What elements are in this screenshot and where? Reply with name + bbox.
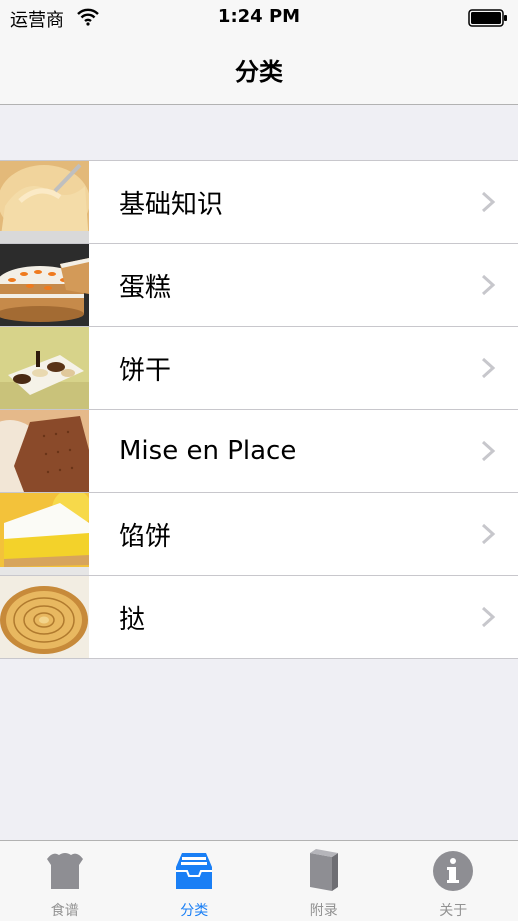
tab-categories[interactable]: 分类: [130, 841, 260, 921]
category-label: 挞: [119, 599, 480, 636]
chevron-right-icon: [480, 606, 496, 628]
tab-recipes[interactable]: 食谱: [0, 841, 130, 921]
battery-icon: [468, 9, 508, 27]
category-label: 基础知识: [119, 184, 480, 221]
chef-hat-icon: [43, 849, 87, 893]
tab-label: 附录: [259, 900, 389, 920]
info-icon: [431, 849, 475, 893]
status-bar: 运营商 1:24 PM: [0, 0, 518, 36]
tab-label: 分类: [130, 900, 260, 920]
status-time: 1:24 PM: [0, 6, 518, 27]
category-label: 馅饼: [119, 516, 480, 553]
category-row-basics[interactable]: 基础知识: [0, 161, 518, 244]
category-row-mise-en-place[interactable]: Mise en Place: [0, 410, 518, 493]
category-list: 基础知识 蛋糕: [0, 160, 518, 659]
tab-label: 关于: [389, 900, 518, 920]
tab-label: 食谱: [0, 900, 130, 920]
navigation-bar: 分类: [0, 36, 518, 105]
tab-appendix[interactable]: 附录: [259, 841, 389, 921]
category-row-tarts[interactable]: 挞: [0, 576, 518, 658]
category-label: Mise en Place: [119, 436, 480, 466]
chevron-right-icon: [480, 274, 496, 296]
book-icon: [302, 849, 346, 893]
tray-icon: [172, 849, 216, 893]
chevron-right-icon: [480, 440, 496, 462]
category-row-biscuits[interactable]: 饼干: [0, 327, 518, 410]
tab-bar: 食谱 分类 附录 关于: [0, 840, 518, 921]
carrot-cake-image: [0, 244, 89, 326]
page-title: 分类: [0, 52, 518, 87]
category-label: 饼干: [119, 350, 480, 387]
cream-bowl-image: [0, 161, 89, 243]
category-row-cakes[interactable]: 蛋糕: [0, 244, 518, 327]
category-row-pies[interactable]: 馅饼: [0, 493, 518, 576]
chevron-right-icon: [480, 191, 496, 213]
lemon-meringue-pie-image: [0, 493, 89, 575]
chevron-right-icon: [480, 357, 496, 379]
tab-about[interactable]: 关于: [389, 841, 518, 921]
biscuits-image: [0, 327, 89, 409]
category-label: 蛋糕: [119, 267, 480, 304]
chevron-right-icon: [480, 523, 496, 545]
apple-tart-image: [0, 576, 89, 658]
graham-cracker-image: [0, 410, 89, 492]
